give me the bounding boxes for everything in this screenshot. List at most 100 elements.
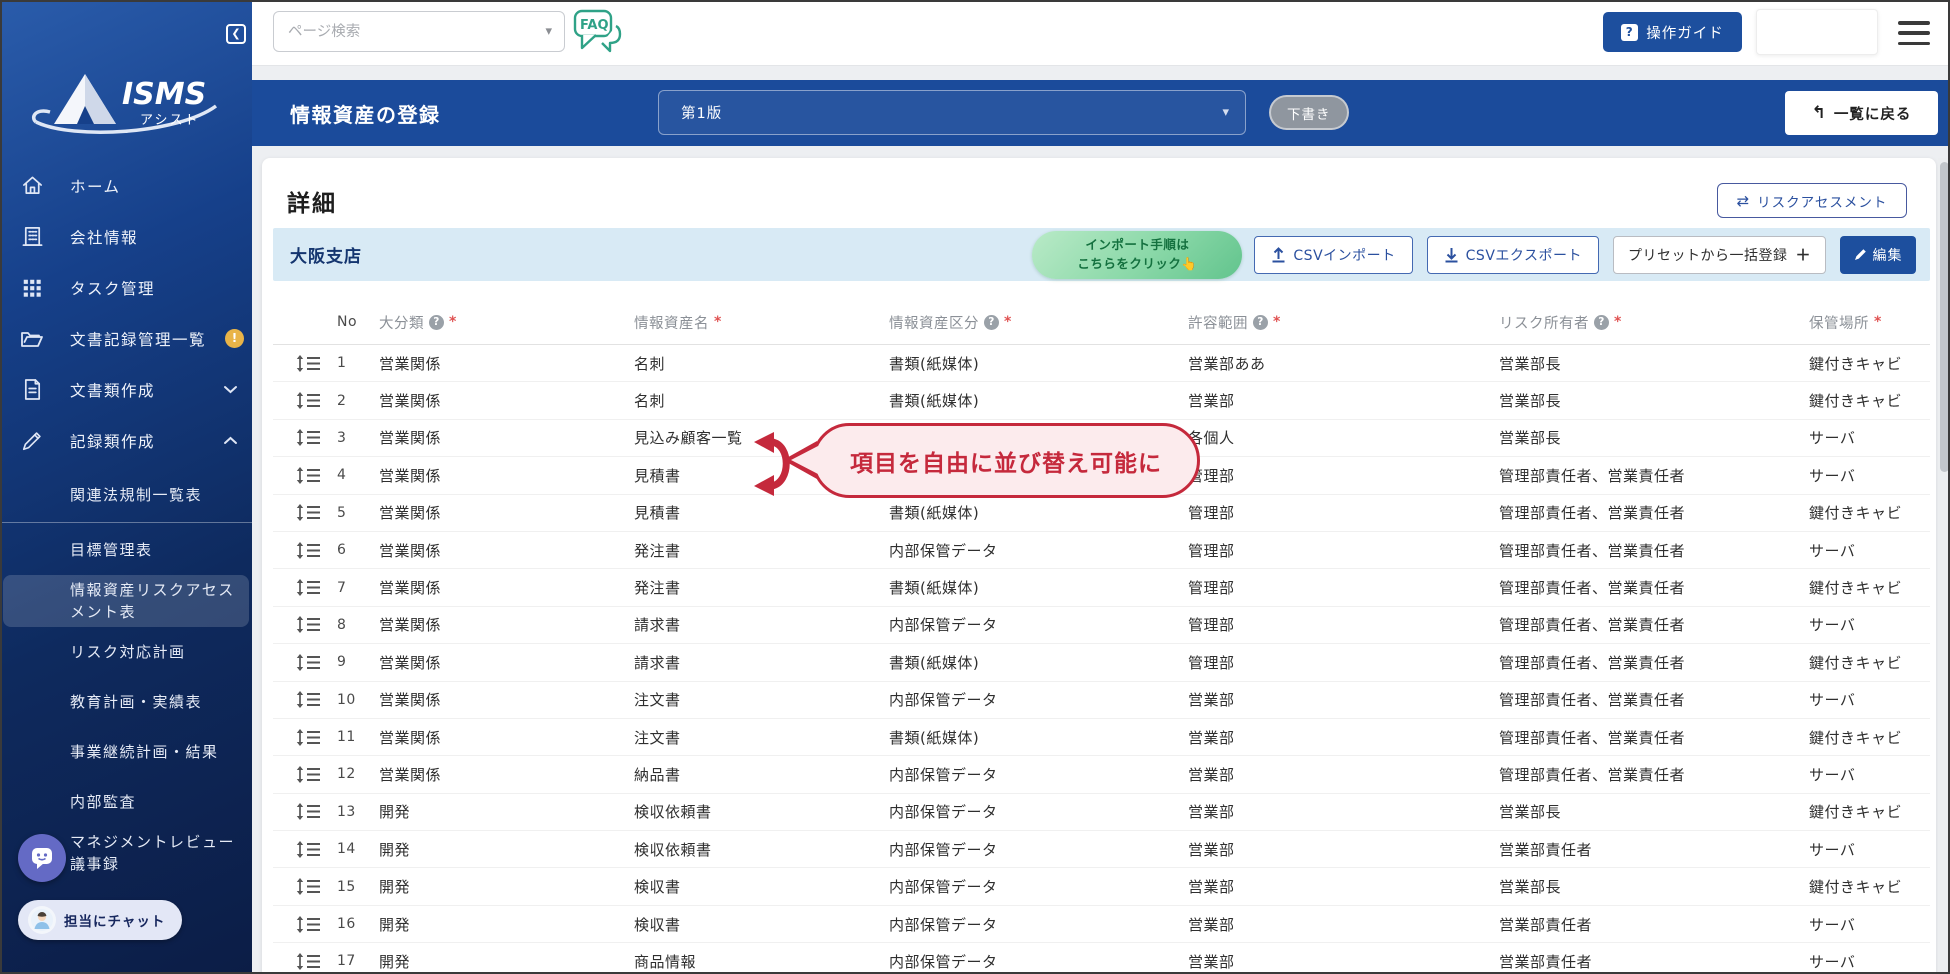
row-drag-handle[interactable] [296, 691, 337, 709]
chat-with-staff-button[interactable]: 担当にチャット [18, 900, 182, 940]
svg-text:FAQ: FAQ [580, 18, 609, 33]
sidebar-item-label: 記録類作成 [70, 432, 156, 451]
cell-allowed-scope: 営業部 [1188, 803, 1235, 822]
cell-risk-owner: 管理部責任者、営業責任者 [1499, 728, 1686, 747]
table-row[interactable]: 9 営業関係 請求書 書類(紙媒体) 管理部 管理部責任者、営業責任者 鍵付きキ… [273, 644, 1930, 682]
table-row[interactable]: 6 営業関係 発注書 内部保管データ 管理部 管理部責任者、営業責任者 サーバ [273, 532, 1930, 570]
row-drag-handle[interactable] [296, 840, 337, 858]
csv-export-button[interactable]: CSVエクスポート [1426, 235, 1599, 274]
row-drag-handle[interactable] [296, 579, 337, 597]
table-row[interactable]: 12 営業関係 納品書 内部保管データ 営業部 管理部責任者、営業責任者 サーバ [273, 756, 1930, 794]
table-row[interactable]: 13 開発 検収依頼書 内部保管データ 営業部 営業部長 鍵付きキャビ [273, 794, 1930, 832]
required-asterisk: * [714, 314, 722, 330]
help-icon[interactable]: ? [984, 314, 999, 330]
cell-asset-name: 請求書 [634, 616, 681, 635]
row-drag-handle[interactable] [296, 765, 337, 783]
required-asterisk: * [449, 314, 457, 330]
table-row[interactable]: 17 開発 商品情報 内部保管データ 営業部 営業部責任者 サーバ [273, 943, 1930, 974]
sidebar-item-4[interactable]: 文書類作成 [0, 364, 252, 415]
faq-button[interactable]: FAQ [572, 6, 622, 60]
preset-bulk-register-button[interactable]: プリセットから一括登録 ＋ [1612, 235, 1826, 274]
table-row[interactable]: 14 開発 検収依頼書 内部保管データ 営業部 営業部責任者 サーバ [273, 831, 1930, 869]
csv-import-button[interactable]: CSVインポート [1254, 235, 1413, 274]
risk-assessment-button[interactable]: ⇄ リスクアセスメント [1717, 183, 1907, 218]
cell-category: 開発 [379, 878, 411, 897]
row-drag-handle[interactable] [296, 466, 337, 484]
sidebar-item-1[interactable]: 会社情報 [0, 211, 252, 262]
cell-asset-name: 注文書 [634, 728, 681, 747]
table-row[interactable]: 8 営業関係 請求書 内部保管データ 管理部 管理部責任者、営業責任者 サーバ [273, 607, 1930, 645]
sidebar-item-5[interactable]: 記録類作成 [0, 415, 252, 466]
chat-bubble-icon [32, 848, 52, 869]
help-icon[interactable]: ? [1594, 314, 1609, 330]
sidebar-item-0[interactable]: ホーム [0, 160, 252, 211]
sidebar-collapse-icon[interactable]: ❮ [226, 24, 246, 44]
row-drag-handle[interactable] [296, 504, 337, 522]
back-to-list-button[interactable]: ↰ 一覧に戻る [1785, 91, 1938, 135]
drag-handle-icon [296, 878, 320, 896]
cell-asset-type: 内部保管データ [889, 691, 998, 710]
cell-allowed-scope: 営業部 [1188, 728, 1235, 747]
vertical-scrollbar[interactable] [1938, 158, 1950, 974]
help-icon[interactable]: ? [429, 314, 444, 330]
cell-asset-type: 書類(紙媒体) [889, 354, 980, 373]
svg-text:アシスト: アシスト [140, 113, 199, 128]
sidebar-subitem-5[interactable]: 事業継続計画・結果 [0, 727, 252, 777]
table-row[interactable]: 5 営業関係 見積書 書類(紙媒体) 管理部 管理部責任者、営業責任者 鍵付きキ… [273, 495, 1930, 532]
help-icon[interactable]: ? [1253, 314, 1268, 330]
table-row[interactable]: 16 開発 検収書 内部保管データ 営業部 営業部責任者 サーバ [273, 906, 1930, 944]
sidebar-subitem-2[interactable]: 情報資産リスクアセスメント表 [3, 575, 249, 627]
cell-storage-location: 鍵付きキャビ [1809, 354, 1903, 373]
cell-risk-owner: 営業部長 [1499, 878, 1562, 897]
svg-text:ISMS: ISMS [122, 77, 206, 112]
edit-button[interactable]: 編集 [1840, 235, 1916, 274]
page-search-select[interactable]: ▾ [273, 11, 565, 52]
operation-guide-button[interactable]: ? 操作ガイド [1603, 12, 1742, 52]
search-input[interactable] [286, 22, 546, 41]
row-drag-handle[interactable] [296, 952, 337, 970]
row-drag-handle[interactable] [296, 915, 337, 933]
table-row[interactable]: 10 営業関係 注文書 内部保管データ 営業部 管理部責任者、営業責任者 サーバ [273, 682, 1930, 719]
row-drag-handle[interactable] [296, 354, 337, 372]
sidebar-subitem-4[interactable]: 教育計画・実績表 [0, 677, 252, 727]
row-drag-handle[interactable] [296, 803, 337, 821]
cell-allowed-scope: 営業部 [1188, 878, 1235, 897]
sidebar-subitem-3[interactable]: リスク対応計画 [0, 627, 252, 677]
table-row[interactable]: 7 営業関係 発注書 書類(紙媒体) 管理部 管理部責任者、営業責任者 鍵付きキ… [273, 569, 1930, 607]
user-box[interactable] [1756, 9, 1878, 55]
page-title: 情報資産の登録 [290, 102, 441, 127]
cell-allowed-scope: 管理部 [1188, 541, 1235, 560]
table-row[interactable]: 11 営業関係 注文書 書類(紙媒体) 営業部 管理部責任者、営業責任者 鍵付き… [273, 719, 1930, 757]
row-drag-handle[interactable] [296, 878, 337, 896]
cell-category: 開発 [379, 840, 411, 859]
table-row[interactable]: 2 営業関係 名刺 書類(紙媒体) 営業部 営業部長 鍵付きキャビ [273, 382, 1930, 420]
sidebar-subitem-label: マネジメントレビュー議事録 [70, 833, 236, 873]
chat-widget-button[interactable] [18, 834, 66, 882]
cell-no: 15 [337, 878, 356, 895]
row-drag-handle[interactable] [296, 392, 337, 410]
cell-no: 7 [337, 579, 347, 596]
cell-allowed-scope: 営業部 [1188, 915, 1235, 934]
sidebar-subitem-label: 内部監査 [70, 793, 137, 811]
sidebar-item-2[interactable]: タスク管理 [0, 262, 252, 313]
table-row[interactable]: 15 開発 検収書 内部保管データ 営業部 営業部長 鍵付きキャビ [273, 868, 1930, 906]
version-select[interactable]: 第1版 ▾ [658, 90, 1246, 135]
sidebar-item-3[interactable]: 文書記録管理一覧 ! [0, 313, 252, 364]
home-icon [20, 174, 44, 198]
cell-category: 営業関係 [379, 653, 442, 672]
row-drag-handle[interactable] [296, 429, 337, 447]
cell-risk-owner: 管理部責任者、営業責任者 [1499, 765, 1686, 784]
row-drag-handle[interactable] [296, 653, 337, 671]
import-help-tooltip[interactable]: インポート手順は こちらをクリック👆 [1032, 230, 1243, 279]
sidebar-subitem-1[interactable]: 目標管理表 [0, 525, 252, 575]
hamburger-menu-icon[interactable] [1898, 19, 1930, 47]
row-drag-handle[interactable] [296, 616, 337, 634]
sidebar-subitem-6[interactable]: 内部監査 [0, 777, 252, 827]
row-drag-handle[interactable] [296, 728, 337, 746]
cell-no: 4 [337, 467, 347, 484]
row-drag-handle[interactable] [296, 541, 337, 559]
cell-allowed-scope: 管理部 [1188, 504, 1235, 523]
scrollbar-thumb[interactable] [1939, 162, 1949, 472]
sidebar-subitem-0[interactable]: 関連法規制一覧表 [0, 470, 252, 520]
table-row[interactable]: 1 営業関係 名刺 書類(紙媒体) 営業部ああ 営業部長 鍵付きキャビ [273, 345, 1930, 383]
